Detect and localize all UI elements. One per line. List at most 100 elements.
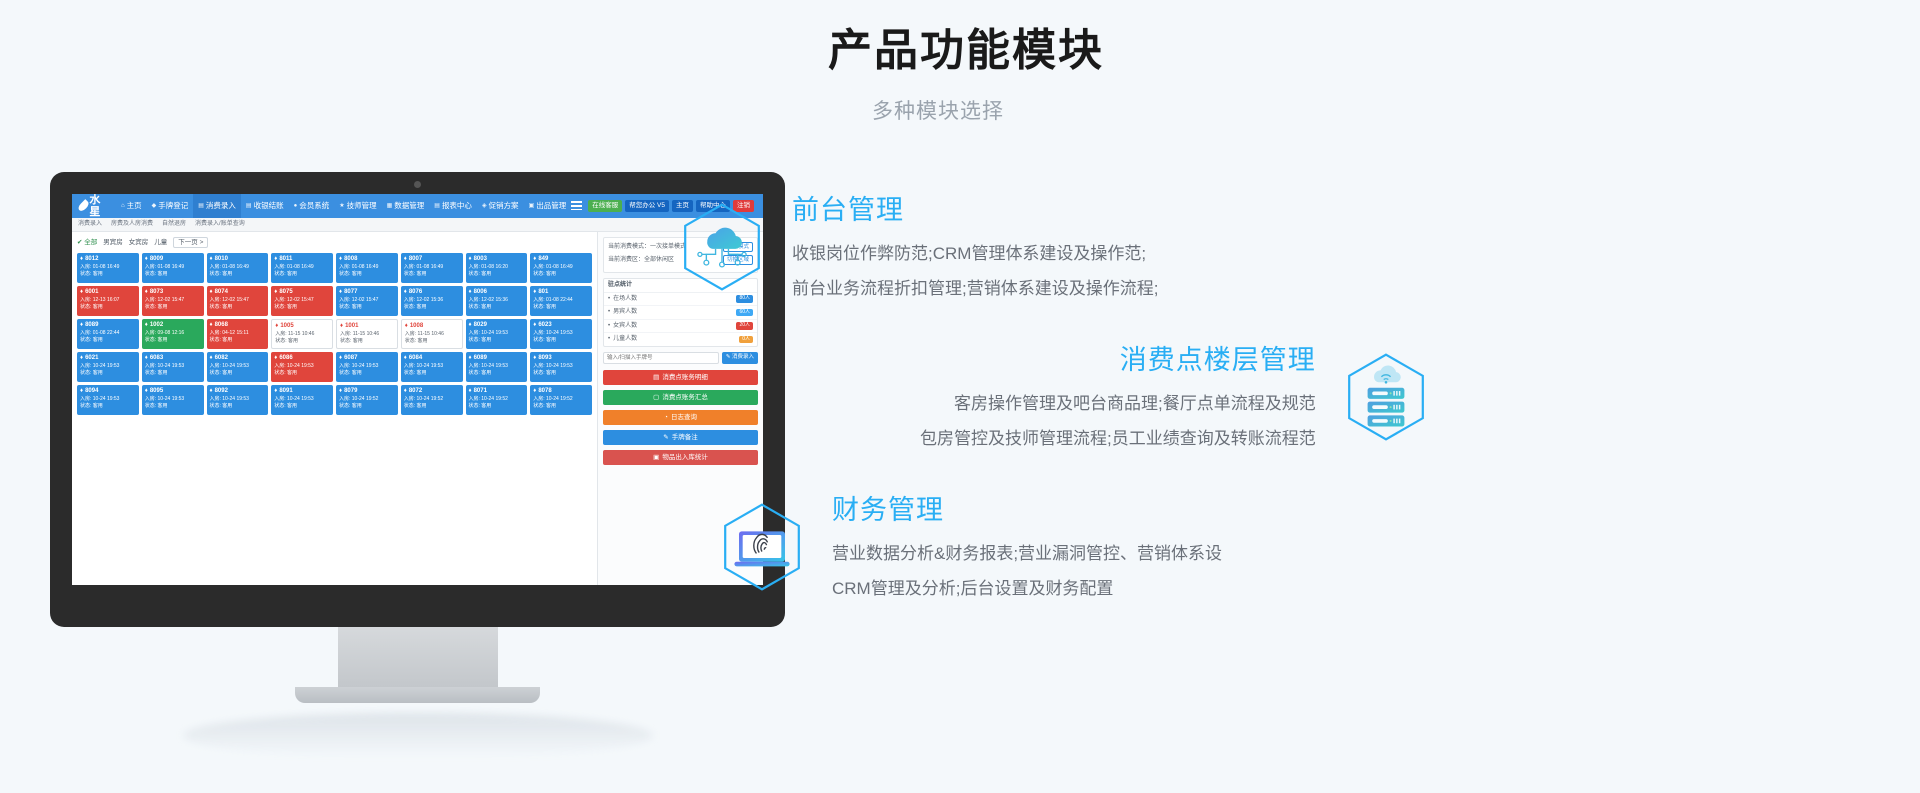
person-icon: ♦ bbox=[403, 256, 407, 263]
room-card[interactable]: ♦ 6001 入房: 12-13 16:07 状态: 客用 bbox=[77, 286, 139, 317]
nav-item-2[interactable]: ▤ 消费录入 bbox=[193, 194, 241, 218]
room-status: 状态: 客用 bbox=[533, 370, 557, 377]
nav-item-7[interactable]: ▤ 报表中心 bbox=[429, 194, 477, 218]
feature-title: 财务管理 bbox=[832, 495, 944, 525]
room-card[interactable]: ♦ 8091 入房: 10-24 19:53 状态: 客用 bbox=[271, 385, 333, 416]
room-card[interactable]: ♦ 6084 入房: 10-24 19:53 状态: 客用 bbox=[400, 352, 463, 383]
nav-item-8[interactable]: ◈ 促销方案 bbox=[477, 194, 524, 218]
nav-item-1[interactable]: ◆ 手牌登记 bbox=[147, 194, 194, 218]
room-card[interactable]: ♦ 8003 入房: 01-08 16:20 状态: 客用 bbox=[465, 253, 528, 284]
subbar-item-1[interactable]: 房费及人房消费 bbox=[111, 221, 153, 228]
room-card[interactable]: ♦ 8079 入房: 10-24 19:52 状态: 客用 bbox=[336, 385, 398, 416]
room-card[interactable]: ♦ 6023 入房: 10-24 19:53 状态: 客用 bbox=[530, 319, 592, 350]
action-button-1[interactable]: ▢ 消费点账务汇总 bbox=[603, 389, 758, 405]
room-status: 状态: 客用 bbox=[468, 337, 492, 344]
room-status: 状态: 客用 bbox=[403, 304, 427, 311]
home-icon: ⌂ bbox=[120, 203, 125, 209]
feature-line: 包房管控及技师管理流程;员工业绩查询及转账流程范 bbox=[920, 428, 1316, 448]
filter-child[interactable]: 儿童 bbox=[154, 239, 167, 246]
room-card[interactable]: ♦ 8093 入房: 10-24 19:53 状态: 客用 bbox=[530, 352, 592, 383]
room-card[interactable]: ♦ 6089 入房: 10-24 19:53 状态: 客用 bbox=[465, 352, 528, 383]
room-status: 状态: 客用 bbox=[339, 304, 362, 311]
room-number: 8091 bbox=[279, 388, 293, 395]
room-card[interactable]: ♦ 8089 入房: 01-08 22:44 状态: 客用 bbox=[77, 319, 139, 350]
room-number: 8003 bbox=[473, 256, 487, 263]
room-card[interactable]: ♦ 6083 入房: 10-24 19:53 状态: 客用 bbox=[141, 352, 204, 383]
room-status: 状态: 客用 bbox=[209, 304, 233, 311]
room-status: 状态: 客用 bbox=[80, 271, 103, 278]
room-number: 8068 bbox=[214, 322, 228, 329]
action-button-4[interactable]: ▣ 物品出入库统计 bbox=[603, 449, 758, 465]
person-icon: ♦ bbox=[468, 322, 472, 329]
room-number: 8029 bbox=[473, 322, 487, 329]
room-card[interactable]: ♦ 8074 入房: 12-02 15:47 状态: 客用 bbox=[206, 286, 269, 317]
room-card[interactable]: ♦ 6082 入房: 10-24 19:53 状态: 客用 bbox=[206, 352, 269, 383]
nav-item-9[interactable]: ▣ 出品管理 bbox=[524, 194, 572, 218]
subbar-item-0[interactable]: 消费录入 bbox=[78, 221, 102, 228]
room-card[interactable]: ♦ 801 入房: 01-08 22:44 状态: 客用 bbox=[530, 286, 592, 317]
cash-icon: ▤ bbox=[245, 203, 252, 209]
filter-male[interactable]: 男宾房 bbox=[103, 239, 123, 246]
room-card[interactable]: ♦ 8095 入房: 10-24 19:53 状态: 客用 bbox=[141, 385, 204, 416]
room-status: 状态: 客用 bbox=[533, 304, 557, 311]
action-button-3[interactable]: ✎ 手牌备注 bbox=[603, 429, 758, 445]
stat-value: 60人 bbox=[736, 308, 753, 317]
room-number: 1005 bbox=[280, 323, 294, 330]
topbar-pill-0[interactable]: 在线客服 bbox=[588, 200, 623, 212]
room-card[interactable]: ♦ 8009 入房: 01-08 16:49 状态: 客用 bbox=[141, 253, 204, 284]
bullet-icon: • bbox=[608, 295, 611, 302]
menu-icon[interactable] bbox=[571, 201, 583, 211]
stat-label: 女宾人数 bbox=[613, 322, 638, 329]
room-card[interactable]: ♦ 8010 入房: 01-08 16:49 状态: 客用 bbox=[206, 253, 269, 284]
room-card[interactable]: ♦ 8076 入房: 12-02 15:36 状态: 客用 bbox=[400, 286, 463, 317]
feature-line: CRM管理及分析;后台设置及财务配置 bbox=[832, 578, 1114, 598]
room-card[interactable]: ♦ 8092 入房: 10-24 19:53 状态: 客用 bbox=[206, 385, 269, 416]
room-time: 入房: 10-24 19:53 bbox=[274, 395, 314, 402]
room-card[interactable]: ♦ 1008 入房: 11-15 10:46 状态: 客用 bbox=[400, 319, 463, 350]
next-page-button[interactable]: 下一页 > bbox=[173, 237, 209, 249]
nav-item-4[interactable]: ● 会员系统 bbox=[289, 194, 335, 218]
person-icon: ♦ bbox=[80, 355, 84, 362]
action-button-2[interactable]: ◔ 日志查询 bbox=[603, 409, 758, 425]
room-card[interactable]: ♦ 6021 入房: 10-24 19:53 状态: 客用 bbox=[77, 352, 139, 383]
room-card[interactable]: ♦ 6086 入房: 10-24 19:53 状态: 客用 bbox=[271, 352, 333, 383]
feature-text: 财务管理 营业数据分析&财务报表;营业漏洞管控、营销体系设 CRM管理及分析;后… bbox=[832, 488, 1222, 607]
room-card[interactable]: ♦ 8073 入房: 12-02 15:47 状态: 客用 bbox=[141, 286, 204, 317]
room-card[interactable]: ♦ 8012 入房: 01-08 16:49 状态: 客用 bbox=[77, 253, 139, 284]
room-card[interactable]: ♦ 8008 入房: 01-08 16:49 状态: 客用 bbox=[336, 253, 398, 284]
room-status: 状态: 客用 bbox=[144, 304, 168, 311]
consume-entry-button[interactable]: ✎ 消费录入 bbox=[721, 351, 758, 364]
room-card[interactable]: ♦ 8075 入房: 12-02 15:47 状态: 客用 bbox=[271, 286, 333, 317]
room-card[interactable]: ♦ 8068 入房: 04-12 15:11 状态: 客用 bbox=[206, 319, 269, 350]
room-card[interactable]: ♦ 6087 入房: 10-24 19:53 状态: 客用 bbox=[336, 352, 398, 383]
room-time: 入房: 10-24 19:53 bbox=[339, 362, 379, 369]
room-card[interactable]: ♦ 849 入房: 01-08 16:49 状态: 客用 bbox=[530, 253, 592, 284]
nav-item-5[interactable]: ★ 技师管理 bbox=[334, 194, 381, 218]
room-card[interactable]: ♦ 8007 入房: 01-08 16:49 状态: 客用 bbox=[400, 253, 463, 284]
nav-item-0[interactable]: ⌂ 主页 bbox=[116, 194, 147, 218]
nav-item-6[interactable]: ▦ 数据管理 bbox=[382, 194, 430, 218]
room-card[interactable]: ♦ 8071 入房: 10-24 19:52 状态: 客用 bbox=[465, 385, 528, 416]
room-card[interactable]: ♦ 1005 入房: 11-15 10:46 状态: 客用 bbox=[271, 319, 333, 350]
room-card[interactable]: ♦ 8072 入房: 10-24 19:52 状态: 客用 bbox=[400, 385, 463, 416]
topbar-pill-1[interactable]: 帮您办公 V5 bbox=[625, 200, 669, 212]
room-card[interactable]: ♦ 8094 入房: 10-24 19:53 状态: 客用 bbox=[77, 385, 139, 416]
room-number: 849 bbox=[538, 256, 549, 263]
subbar-item-2[interactable]: 自然退房 bbox=[162, 221, 186, 228]
card-number-input[interactable] bbox=[603, 351, 719, 364]
room-card[interactable]: ♦ 1002 入房: 09-08 12:16 状态: 客用 bbox=[141, 319, 204, 350]
nav-item-label: 数据管理 bbox=[394, 201, 425, 210]
room-card[interactable]: ♦ 8011 入房: 01-08 16:49 状态: 客用 bbox=[271, 253, 333, 284]
room-card[interactable]: ♦ 1001 入房: 11-15 10:46 状态: 客用 bbox=[336, 319, 398, 350]
room-grid: ♦ 8012 入房: 01-08 16:49 状态: 客用 ♦ 8009 入房: 01-08… bbox=[77, 253, 592, 416]
room-card[interactable]: ♦ 8029 入房: 10-24 19:53 状态: 客用 bbox=[465, 319, 528, 350]
nav-item-3[interactable]: ▤ 收银结账 bbox=[241, 194, 289, 218]
room-card[interactable]: ♦ 8077 入房: 12-02 15:47 状态: 客用 bbox=[336, 286, 398, 317]
room-number: 8011 bbox=[279, 256, 293, 263]
subbar-item-3[interactable]: 消费录入/账单查询 bbox=[195, 221, 245, 228]
room-card[interactable]: ♦ 8006 入房: 12-02 15:36 状态: 客用 bbox=[465, 286, 528, 317]
filter-all[interactable]: ✔ 全部 bbox=[77, 239, 97, 246]
action-button-0[interactable]: ▤ 消费点账务明细 bbox=[603, 369, 758, 385]
room-card[interactable]: ♦ 8078 入房: 10-24 19:52 状态: 客用 bbox=[530, 385, 592, 416]
filter-female[interactable]: 女宾房 bbox=[129, 239, 149, 246]
